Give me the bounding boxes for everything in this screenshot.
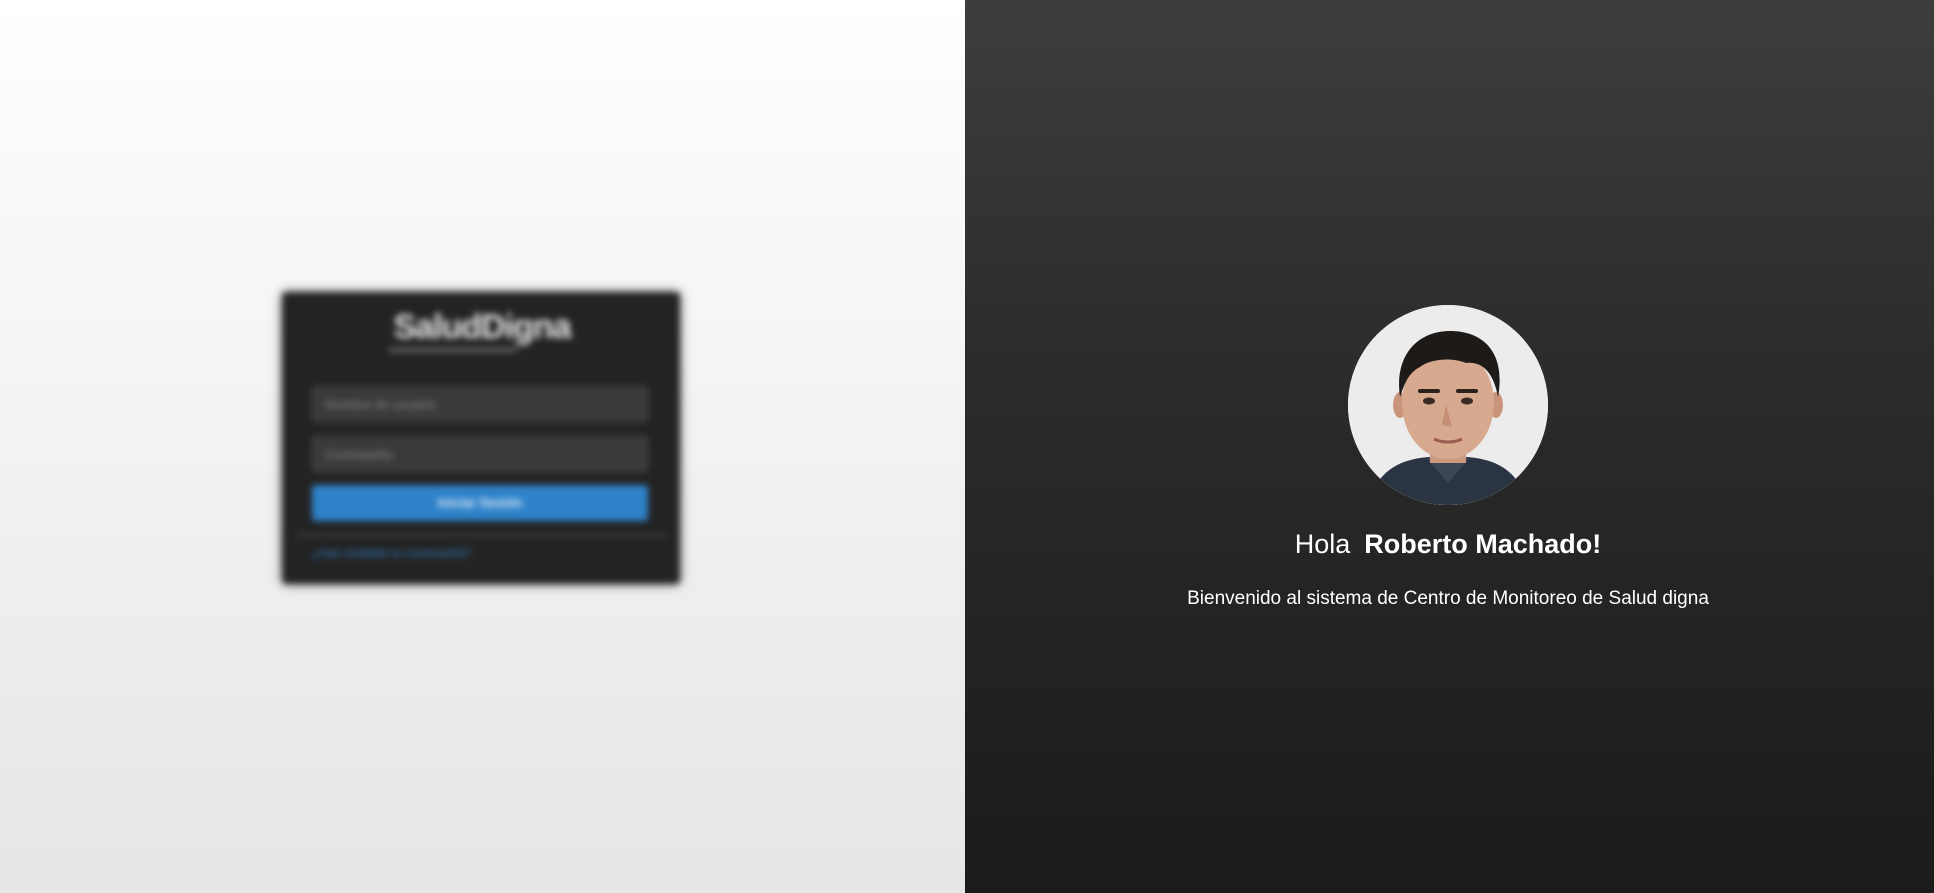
user-name: Roberto Machado! bbox=[1364, 529, 1602, 559]
username-input[interactable]: Nombre de usuario bbox=[312, 386, 648, 422]
login-button[interactable]: Iniciar Sesión bbox=[312, 485, 648, 521]
brand-logo: SaludDigna bbox=[393, 308, 571, 346]
password-input[interactable]: Contraseña bbox=[312, 436, 648, 472]
login-background: SaludDigna Nombre de usuario Contraseña … bbox=[0, 0, 965, 893]
login-card: SaludDigna Nombre de usuario Contraseña … bbox=[282, 292, 680, 584]
login-page: SaludDigna Nombre de usuario Contraseña … bbox=[0, 0, 1934, 893]
user-photo-icon bbox=[1348, 305, 1548, 505]
welcome-panel: Hola Roberto Machado! Bienvenido al siste… bbox=[965, 0, 1934, 893]
divider bbox=[296, 534, 666, 536]
forgot-password-link[interactable]: ¿Has olvidado tu contraseña? bbox=[312, 546, 471, 560]
brand-tagline bbox=[388, 348, 518, 352]
greeting-label: Hola bbox=[1294, 529, 1351, 559]
greeting: Hola Roberto Machado! bbox=[965, 526, 1931, 562]
welcome-message: Bienvenido al sistema de Centro de Monit… bbox=[1187, 588, 1709, 609]
user-avatar bbox=[1348, 305, 1548, 505]
